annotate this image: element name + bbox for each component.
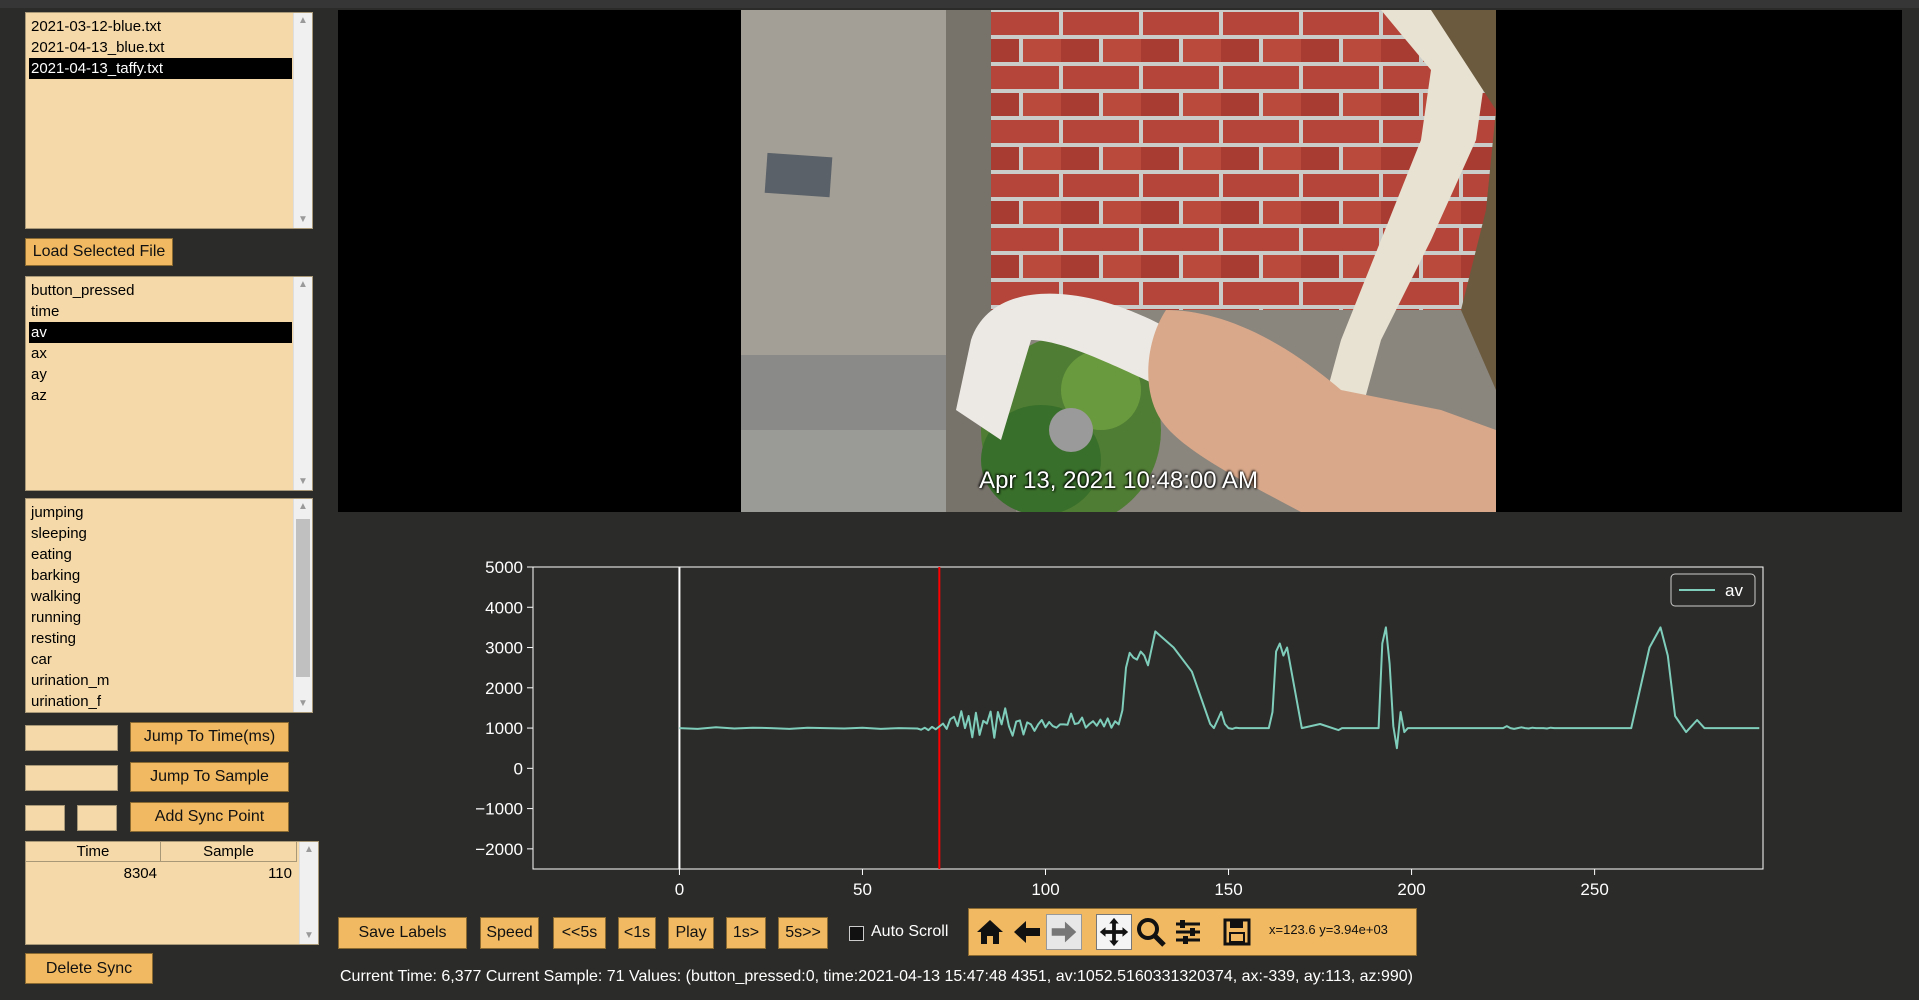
column-header-sample[interactable]: Sample [161, 842, 297, 862]
file-listbox[interactable]: 2021-03-12-blue.txt 2021-04-13_blue.txt 20… [25, 12, 313, 229]
add-sync-point-button[interactable]: Add Sync Point [130, 802, 289, 832]
scroll-down-icon[interactable]: ▼ [300, 928, 318, 944]
jump-time-input[interactable] [25, 725, 118, 751]
back-arrow-icon[interactable] [1009, 914, 1045, 950]
speed-button[interactable]: Speed [480, 917, 539, 949]
back-5s-button[interactable]: <<5s [553, 917, 606, 949]
y-tick-label: 0 [514, 759, 523, 778]
x-tick-label: 100 [1031, 880, 1059, 899]
cursor-coordinates: x=123.6 y=3.94e+03 [1269, 922, 1388, 937]
window-top-strip [0, 0, 1919, 8]
label-list-item[interactable]: urination_m [29, 670, 292, 691]
label-list-item[interactable]: sleeping [29, 523, 292, 544]
column-list-item[interactable]: time [29, 301, 292, 322]
y-tick-label: −1000 [475, 800, 523, 819]
plot-area-frame [532, 566, 1764, 870]
video-timestamp: Apr 13, 2021 10:48:00 AM [979, 467, 1258, 494]
zoom-icon[interactable] [1133, 914, 1169, 950]
scrollbar-thumb[interactable] [296, 519, 310, 677]
play-button[interactable]: Play [668, 917, 714, 949]
status-bar: Current Time: 6,377 Current Sample: 71 V… [340, 968, 1414, 985]
video-frame-image [741, 10, 1496, 512]
sync-sample-input[interactable] [77, 805, 117, 831]
jump-to-time-button[interactable]: Jump To Time(ms) [130, 722, 289, 752]
table-cell-time[interactable]: 8304 [26, 864, 157, 884]
label-list-item[interactable]: urination_f [29, 691, 292, 712]
jump-sample-input[interactable] [25, 765, 118, 791]
delete-sync-button[interactable]: Delete Sync [25, 953, 153, 984]
y-tick-label: −2000 [475, 840, 523, 859]
y-tick-label: 2000 [485, 679, 523, 698]
forward-1s-button[interactable]: 1s> [726, 917, 766, 949]
plot-navigation-toolbar: x=123.6 y=3.94e+03 [968, 908, 1417, 956]
label-list-scrollbar[interactable]: ▲ ▼ [293, 499, 312, 712]
label-list-item[interactable]: jumping [29, 502, 292, 523]
label-list-item[interactable]: running [29, 607, 292, 628]
sync-point-table[interactable]: Time Sample 8304 110 ▲ ▼ [25, 841, 319, 945]
column-list-item[interactable]: button_pressed [29, 280, 292, 301]
column-header-time[interactable]: Time [26, 842, 161, 862]
column-list-item[interactable]: ay [29, 364, 292, 385]
forward-arrow-icon[interactable] [1046, 914, 1082, 950]
save-labels-button[interactable]: Save Labels [338, 917, 467, 949]
label-list-item[interactable]: eating [29, 544, 292, 565]
label-list-item[interactable]: walking [29, 586, 292, 607]
x-tick-label: 150 [1214, 880, 1242, 899]
sync-time-input[interactable] [25, 805, 65, 831]
column-list-scrollbar[interactable]: ▲ ▼ [293, 277, 312, 490]
file-list-item[interactable]: 2021-04-13_blue.txt [29, 37, 292, 58]
y-tick-label: 1000 [485, 719, 523, 738]
scroll-up-icon[interactable]: ▲ [294, 499, 312, 515]
y-tick-label: 5000 [485, 558, 523, 577]
label-list-item[interactable]: car [29, 649, 292, 670]
y-tick-label: 3000 [485, 639, 523, 658]
x-tick-label: 200 [1397, 880, 1425, 899]
file-list-scrollbar[interactable]: ▲ ▼ [293, 13, 312, 228]
x-tick-label: 0 [675, 880, 684, 899]
y-tick-label: 4000 [485, 598, 523, 617]
pan-icon[interactable] [1096, 914, 1132, 950]
load-selected-file-button[interactable]: Load Selected File [25, 238, 173, 266]
table-cell-sample[interactable]: 110 [161, 864, 292, 884]
scroll-up-icon[interactable]: ▲ [300, 842, 318, 858]
column-list-item[interactable]: ax [29, 343, 292, 364]
column-list-item[interactable]: az [29, 385, 292, 406]
scroll-up-icon[interactable]: ▲ [294, 277, 312, 293]
column-listbox[interactable]: button_pressed time av ax ay az ▲ ▼ [25, 276, 313, 491]
file-list-item[interactable]: 2021-04-13_taffy.txt [29, 58, 292, 79]
x-tick-label: 50 [853, 880, 872, 899]
legend-label-av: av [1725, 581, 1743, 600]
back-1s-button[interactable]: <1s [618, 917, 656, 949]
sync-table-scrollbar[interactable]: ▲ ▼ [299, 842, 318, 944]
file-list-item[interactable]: 2021-03-12-blue.txt [29, 16, 292, 37]
signal-chart[interactable]: 5000 4000 3000 2000 1000 0 −1000 −2000 0 50 100 150… [450, 550, 1770, 899]
configure-icon[interactable] [1170, 914, 1206, 950]
scroll-down-icon[interactable]: ▼ [294, 474, 312, 490]
scroll-down-icon[interactable]: ▼ [294, 212, 312, 228]
label-list-item[interactable]: barking [29, 565, 292, 586]
x-tick-label: 250 [1580, 880, 1608, 899]
label-listbox[interactable]: jumping sleeping eating barking walking runni… [25, 498, 313, 713]
jump-to-sample-button[interactable]: Jump To Sample [130, 762, 289, 792]
home-icon[interactable] [972, 914, 1008, 950]
scroll-down-icon[interactable]: ▼ [294, 696, 312, 712]
auto-scroll-label: Auto Scroll [871, 923, 949, 940]
scroll-up-icon[interactable]: ▲ [294, 13, 312, 29]
auto-scroll-checkbox[interactable] [849, 926, 864, 941]
signal-chart-svg[interactable]: 5000 4000 3000 2000 1000 0 −1000 −2000 0 50 100 150… [450, 550, 1770, 899]
save-icon[interactable] [1219, 914, 1255, 950]
column-list-item[interactable]: av [29, 322, 292, 343]
label-list-item[interactable]: resting [29, 628, 292, 649]
video-frame: Apr 13, 2021 10:48:00 AM [741, 10, 1496, 512]
forward-5s-button[interactable]: 5s>> [778, 917, 828, 949]
